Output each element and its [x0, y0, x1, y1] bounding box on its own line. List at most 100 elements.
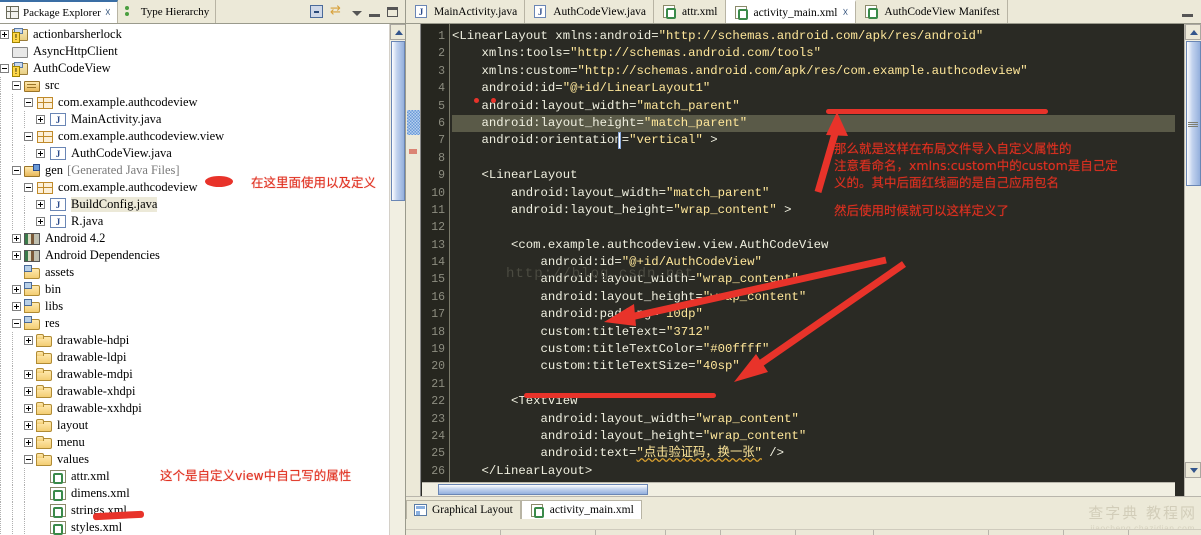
- tree-item-actionbarsherlock[interactable]: actionbarsherlock: [0, 26, 389, 43]
- collapse-icon[interactable]: [12, 166, 21, 175]
- code-line[interactable]: android:layout_width="wrap_content": [452, 271, 1175, 288]
- code-line[interactable]: android:id="@+id/AuthCodeView": [452, 254, 1175, 271]
- code-line[interactable]: <com.example.authcodeview.view.AuthCodeV…: [452, 237, 1175, 254]
- scroll-down-arrow-icon[interactable]: [1185, 462, 1201, 478]
- editor-vertical-scrollbar[interactable]: [1184, 24, 1201, 496]
- tree-vertical-scrollbar[interactable]: [389, 24, 405, 535]
- code-line[interactable]: android:layout_height="wrap_content" >: [452, 202, 1175, 219]
- tree-item-com-example-authcodeview-view[interactable]: com.example.authcodeview.view: [0, 128, 389, 145]
- code-line[interactable]: android:layout_width="wrap_content": [452, 411, 1175, 428]
- tree-item-strings-xml[interactable]: strings.xml: [0, 502, 389, 519]
- tree-item-drawable-ldpi[interactable]: drawable-ldpi: [0, 349, 389, 366]
- expand-icon[interactable]: [24, 370, 33, 379]
- tree-item-asynchttpclient[interactable]: AsyncHttpClient: [0, 43, 389, 60]
- code-line[interactable]: android:layout_height="match_parent": [452, 114, 1175, 133]
- scroll-up-arrow-icon[interactable]: [1185, 24, 1201, 40]
- expand-icon[interactable]: [24, 421, 33, 430]
- code-line[interactable]: </LinearLayout>: [452, 463, 1175, 480]
- collapse-icon[interactable]: [0, 64, 9, 73]
- tab-package-explorer[interactable]: Package Explorer ☓: [0, 0, 118, 23]
- expand-icon[interactable]: [24, 387, 33, 396]
- expand-icon[interactable]: [36, 200, 45, 209]
- tab-type-hierarchy[interactable]: Type Hierarchy: [117, 0, 217, 23]
- tree-item-drawable-hdpi[interactable]: drawable-hdpi: [0, 332, 389, 349]
- close-icon[interactable]: ☓: [105, 7, 111, 18]
- collapse-icon[interactable]: [24, 132, 33, 141]
- expand-icon[interactable]: [0, 30, 9, 39]
- code-editor[interactable]: 1 2 3 4 5 6 7 8 9 10 11 12 13 14 15 16 17 18 19 20 21 22 23 24 2…: [406, 24, 1201, 496]
- tree-item-bin[interactable]: bin: [0, 281, 389, 298]
- editor-horizontal-scrollbar[interactable]: [422, 482, 1175, 496]
- expand-icon[interactable]: [36, 149, 45, 158]
- code-line[interactable]: android:text="点击验证码，换一张" />: [452, 445, 1175, 462]
- code-line[interactable]: custom:titleTextColor="#00ffff": [452, 341, 1175, 358]
- editor-tab-authcodeview-manifest[interactable]: AuthCodeView Manifest: [856, 0, 1008, 23]
- expand-icon[interactable]: [12, 285, 21, 294]
- code-line[interactable]: android:layout_width="match_parent": [452, 98, 1175, 115]
- tree-item-layout[interactable]: layout: [0, 417, 389, 434]
- code-line[interactable]: android:id="@+id/LinearLayout1": [452, 80, 1175, 97]
- editor-marker-column[interactable]: [406, 24, 421, 496]
- code-line[interactable]: android:layout_height="wrap_content": [452, 289, 1175, 306]
- bottom-tab-graphical-layout[interactable]: Graphical Layout: [406, 500, 521, 519]
- collapse-icon[interactable]: [24, 183, 33, 192]
- close-icon[interactable]: ☓: [843, 7, 849, 18]
- tree-item-r-java[interactable]: R.java: [0, 213, 389, 230]
- bottom-tab-activity-main-xml[interactable]: activity_main.xml: [520, 500, 642, 519]
- code-line[interactable]: [452, 376, 1175, 393]
- tree-item-menu[interactable]: menu: [0, 434, 389, 451]
- code-line[interactable]: xmlns:tools="http://schemas.android.com/…: [452, 45, 1175, 62]
- tree-item-android-dependencies[interactable]: Android Dependencies: [0, 247, 389, 264]
- expand-icon[interactable]: [36, 115, 45, 124]
- code-line[interactable]: android:padding="10dp": [452, 306, 1175, 323]
- expand-icon[interactable]: [24, 336, 33, 345]
- code-text[interactable]: <LinearLayout xmlns:android="http://sche…: [452, 24, 1175, 484]
- tree-item-values[interactable]: values: [0, 451, 389, 468]
- editor-tab-authcodeview-java[interactable]: AuthCodeView.java: [525, 0, 655, 23]
- code-line[interactable]: [452, 219, 1175, 236]
- collapse-icon[interactable]: [24, 455, 33, 464]
- expand-icon[interactable]: [12, 234, 21, 243]
- tree-item-styles-xml[interactable]: styles.xml: [0, 519, 389, 535]
- tree-item-mainactivity-java[interactable]: MainActivity.java: [0, 111, 389, 128]
- editor-hscroll-thumb[interactable]: [438, 484, 648, 495]
- code-line[interactable]: custom:titleText="3712": [452, 324, 1175, 341]
- tree-item-drawable-xhdpi[interactable]: drawable-xhdpi: [0, 383, 389, 400]
- collapse-all-icon[interactable]: [310, 5, 323, 18]
- tree-item-android-4-2[interactable]: Android 4.2: [0, 230, 389, 247]
- tree-scroll-thumb[interactable]: [391, 41, 405, 201]
- expand-icon[interactable]: [24, 404, 33, 413]
- tree-item-res[interactable]: res: [0, 315, 389, 332]
- tree-item-drawable-mdpi[interactable]: drawable-mdpi: [0, 366, 389, 383]
- editor-tab-mainactivity-java[interactable]: MainActivity.java: [406, 0, 526, 23]
- view-menu-icon[interactable]: [352, 11, 362, 16]
- code-line[interactable]: android:layout_height="wrap_content": [452, 428, 1175, 445]
- tree-item-dimens-xml[interactable]: dimens.xml: [0, 485, 389, 502]
- code-line[interactable]: android:layout_width="match_parent": [452, 185, 1175, 202]
- editor-tab-attr-xml[interactable]: attr.xml: [654, 0, 726, 23]
- tree-item-libs[interactable]: libs: [0, 298, 389, 315]
- collapse-icon[interactable]: [12, 319, 21, 328]
- tree-item-assets[interactable]: assets: [0, 264, 389, 281]
- editor-tab-activity-main-xml[interactable]: activity_main.xml ☓: [725, 0, 857, 23]
- link-with-editor-icon[interactable]: ⇄: [330, 4, 345, 18]
- code-line[interactable]: xmlns:custom="http://schemas.android.com…: [452, 63, 1175, 80]
- maximize-icon[interactable]: [387, 6, 398, 17]
- code-line[interactable]: custom:titleTextSize="40sp" />: [452, 358, 1175, 375]
- tree-item-drawable-xxhdpi[interactable]: drawable-xxhdpi: [0, 400, 389, 417]
- editor-tabbar-minimize[interactable]: [1174, 0, 1201, 23]
- scroll-up-arrow-icon[interactable]: [390, 24, 405, 40]
- collapse-icon[interactable]: [12, 81, 21, 90]
- tree-item-src[interactable]: src: [0, 77, 389, 94]
- project-tree[interactable]: actionbarsherlock AsyncHttpClient AuthCode…: [0, 24, 405, 535]
- tree-item-com-example-authcodeview[interactable]: com.example.authcodeview: [0, 94, 389, 111]
- tree-item-authcodeview-java[interactable]: AuthCodeView.java: [0, 145, 389, 162]
- minimize-icon[interactable]: [369, 9, 380, 17]
- tree-item-buildconfig-java[interactable]: BuildConfig.java: [0, 196, 389, 213]
- expand-icon[interactable]: [24, 438, 33, 447]
- code-line[interactable]: <LinearLayout xmlns:android="http://sche…: [452, 28, 1175, 45]
- tree-item-authcodeview[interactable]: AuthCodeView: [0, 60, 389, 77]
- expand-icon[interactable]: [12, 302, 21, 311]
- expand-icon[interactable]: [36, 217, 45, 226]
- editor-vscroll-thumb[interactable]: [1186, 41, 1201, 186]
